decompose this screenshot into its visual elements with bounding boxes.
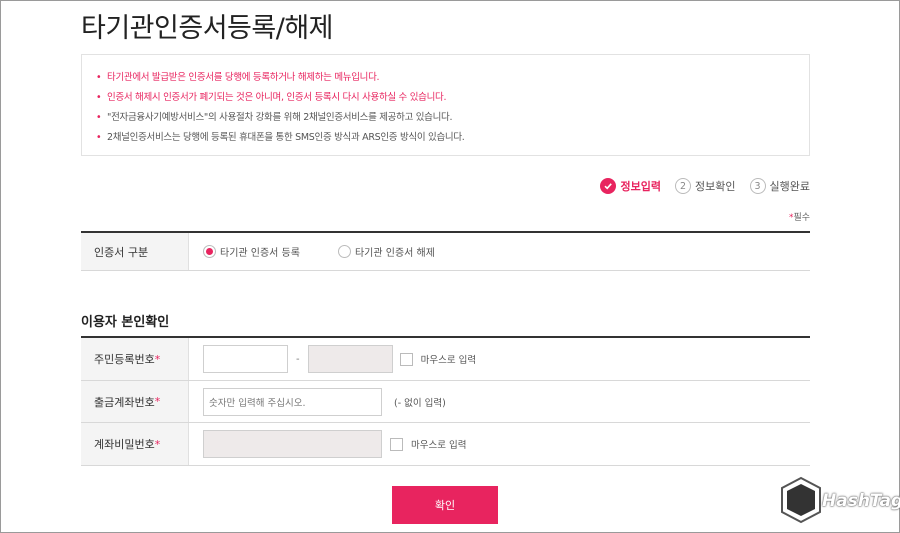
notice-item: 타기관에서 발급받은 인증서를 당행에 등록하거나 해제하는 메뉴입니다. [96, 68, 809, 88]
password-inputs: 마우스로 입력 [189, 430, 810, 458]
rrn-label-text: 주민등록번호 [94, 353, 155, 366]
notice-item: 인증서 해제시 인증서가 폐기되는 것은 아니며, 인증서 등록시 다시 사용하… [96, 88, 809, 108]
radio-register[interactable]: 타기관 인증서 등록 [203, 244, 300, 259]
step-indicator: 정보입력 2 정보확인 3 실행완료 [586, 178, 810, 194]
radio-label: 타기관 인증서 해제 [354, 248, 435, 259]
section-title: 이용자 본인확인 [81, 315, 170, 330]
password-label: 계좌비밀번호 * [81, 423, 189, 465]
rrn-row: 주민등록번호 * - 마우스로 입력 [81, 338, 810, 381]
account-row: 출금계좌번호 * 숫자만 입력해 주십시오. (- 없이 입력) [81, 381, 810, 423]
step-number: 3 [749, 178, 766, 194]
page-title: 타기관인증서등록/해제 [81, 13, 334, 44]
step-label: 정보입력 [620, 180, 662, 193]
required-star: * [154, 395, 161, 408]
radio-unregister[interactable]: 타기관 인증서 해제 [337, 244, 435, 259]
step-label: 실행완료 [769, 180, 810, 193]
rrn-back-input[interactable] [307, 345, 393, 373]
account-placeholder: 숫자만 입력해 주십시오. [209, 397, 306, 409]
rrn-front-input[interactable] [203, 345, 288, 373]
mouse-input-checkbox[interactable] [390, 437, 403, 451]
step-1: 정보입력 [599, 178, 662, 194]
account-label: 출금계좌번호 * [81, 381, 189, 422]
rrn-inputs: - 마우스로 입력 [189, 345, 810, 373]
watermark-text: HashTag [822, 491, 900, 511]
password-label-text: 계좌비밀번호 [94, 438, 155, 451]
cert-type-table: 인증서 구분 타기관 인증서 등록 타기관 인증서 해제 [81, 231, 810, 271]
mouse-input-checkbox[interactable] [399, 352, 413, 366]
radio-button[interactable] [337, 245, 351, 258]
cert-type-row: 인증서 구분 타기관 인증서 등록 타기관 인증서 해제 [81, 233, 810, 271]
cert-type-options: 타기관 인증서 등록 타기관 인증서 해제 [189, 244, 810, 259]
notice-item: "전자금융사기예방서비스"의 사용절차 강화를 위해 2채널인증서비스를 제공하… [96, 108, 809, 128]
required-text: 필수 [793, 213, 810, 223]
required-star: * [154, 437, 161, 451]
identity-table: 주민등록번호 * - 마우스로 입력 출금계좌번호 * 숫자만 입력해 주십시오. … [81, 336, 810, 466]
rrn-dash: - [296, 353, 300, 365]
cert-type-label: 인증서 구분 [81, 233, 189, 270]
account-label-text: 출금계좌번호 [94, 395, 155, 409]
mouse-input-label: 마우스로 입력 [420, 355, 477, 366]
notice-item: 2채널인증서비스는 당행에 등록된 휴대폰을 통한 SMS인증 방식과 ARS인… [96, 128, 809, 148]
notice-box: 타기관에서 발급받은 인증서를 당행에 등록하거나 해제하는 메뉴입니다. 인증… [81, 54, 810, 156]
radio-label: 타기관 인증서 등록 [220, 248, 300, 259]
rrn-label: 주민등록번호 * [81, 338, 189, 380]
account-inputs: 숫자만 입력해 주십시오. (- 없이 입력) [189, 387, 810, 416]
account-hint: (- 없이 입력) [394, 397, 446, 409]
step-2: 2 정보확인 [675, 178, 736, 194]
account-number-input[interactable]: 숫자만 입력해 주십시오. [203, 387, 382, 416]
step-3: 3 실행완료 [749, 178, 810, 194]
required-star: * [154, 352, 161, 366]
password-row: 계좌비밀번호 * 마우스로 입력 [81, 423, 810, 466]
check-icon [599, 178, 616, 194]
mouse-input-label: 마우스로 입력 [411, 440, 467, 451]
step-number: 2 [675, 178, 692, 194]
confirm-button[interactable]: 확인 [392, 486, 498, 524]
hashtag-logo-icon [781, 476, 821, 524]
step-label: 정보확인 [695, 180, 736, 193]
required-note: *필수 [789, 210, 810, 223]
radio-button[interactable] [203, 245, 216, 258]
account-password-input[interactable] [203, 430, 382, 458]
